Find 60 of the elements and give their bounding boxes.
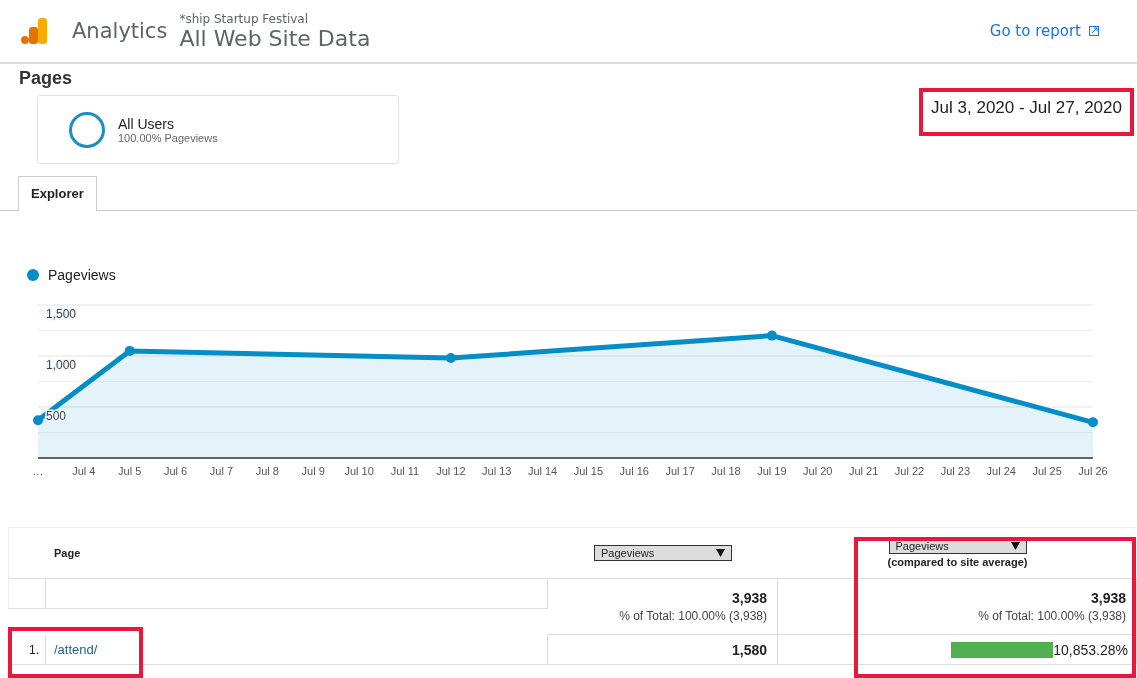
x-tick-label: Jul 17 bbox=[665, 465, 695, 477]
x-tick-label: Jul 24 bbox=[986, 465, 1016, 477]
caret-icon bbox=[716, 549, 725, 557]
x-tick-label: Jul 13 bbox=[482, 465, 512, 477]
x-tick-label: Jul 21 bbox=[848, 465, 879, 477]
data-point bbox=[124, 345, 135, 356]
comparison-value: 10,853.28% bbox=[1053, 641, 1128, 658]
report-link[interactable]: Go to report bbox=[989, 22, 1099, 40]
x-tick-label: Jul 4 bbox=[72, 465, 96, 477]
x-tick-label: Jul 14 bbox=[527, 465, 558, 477]
x-tick-label: Jul 12 bbox=[436, 465, 466, 477]
x-tick-label: Jul 22 bbox=[894, 465, 925, 477]
property-name: All Web Site Data bbox=[179, 25, 371, 51]
x-tick-label: Jul 15 bbox=[573, 465, 604, 477]
external-link-icon bbox=[1089, 26, 1099, 36]
y-tick-label: 1,500 bbox=[46, 307, 77, 321]
legend-label: Pageviews bbox=[48, 267, 116, 283]
total-share: % of Total: 100.00% (3,938) bbox=[619, 609, 767, 623]
total-value: 3,938 bbox=[731, 590, 767, 606]
date-range[interactable]: Jul 3, 2020 - Jul 27, 2020 bbox=[919, 88, 1134, 136]
empty-cell bbox=[8, 579, 46, 609]
account-name: *ship Startup Festival bbox=[179, 11, 310, 26]
x-tick-label: Jul 20 bbox=[803, 465, 833, 477]
metric-dropdown[interactable]: Pageviews bbox=[594, 545, 732, 561]
column-note: (compared to site average) bbox=[887, 556, 1028, 568]
x-tick-label: … bbox=[32, 465, 44, 477]
y-tick-label: 500 bbox=[46, 409, 67, 423]
x-tick-label: Jul 16 bbox=[619, 465, 649, 477]
data-point bbox=[1088, 417, 1098, 428]
x-tick-label: Jul 7 bbox=[209, 465, 234, 477]
logo-icon bbox=[20, 16, 50, 46]
x-tick-label: Jul 5 bbox=[118, 465, 142, 477]
data-point bbox=[33, 415, 43, 426]
x-tick-label: Jul 9 bbox=[301, 465, 325, 477]
x-tick-label: Jul 6 bbox=[164, 465, 188, 477]
total-share: % of Total: 100.00% (3,938) bbox=[978, 609, 1126, 623]
page-title: Pages bbox=[19, 68, 74, 89]
x-tick-label: Jul 10 bbox=[344, 465, 374, 477]
x-tick-label: Jul 19 bbox=[757, 465, 787, 477]
x-tick-label: Jul 25 bbox=[1032, 465, 1062, 477]
row-rank: 1. bbox=[29, 642, 39, 657]
data-point bbox=[766, 330, 777, 341]
x-tick-label: Jul 23 bbox=[940, 465, 971, 477]
total-value: 3,938 bbox=[1090, 590, 1126, 606]
x-tick-label: Jul 26 bbox=[1078, 465, 1108, 477]
data-point bbox=[445, 353, 456, 364]
segment-detail: 100.00% Pageviews bbox=[118, 131, 218, 144]
segment-ring-icon bbox=[68, 110, 106, 149]
y-tick-label: 1,000 bbox=[46, 358, 77, 372]
product-name: Analytics bbox=[72, 19, 168, 43]
x-tick-label: Jul 18 bbox=[711, 465, 741, 477]
tab[interactable]: Explorer bbox=[18, 176, 97, 211]
column-header: Page bbox=[54, 547, 81, 559]
segment-card[interactable]: All Users 100.00% Pageviews bbox=[37, 95, 399, 164]
x-tick-label: Jul 8 bbox=[255, 465, 279, 477]
x-tick-label: Jul 11 bbox=[390, 465, 420, 477]
caret-icon bbox=[1010, 542, 1020, 550]
table-cell: 1,580 bbox=[731, 641, 767, 658]
page-link[interactable]: /attend/ bbox=[54, 642, 98, 657]
segment-name: All Users bbox=[118, 115, 175, 132]
